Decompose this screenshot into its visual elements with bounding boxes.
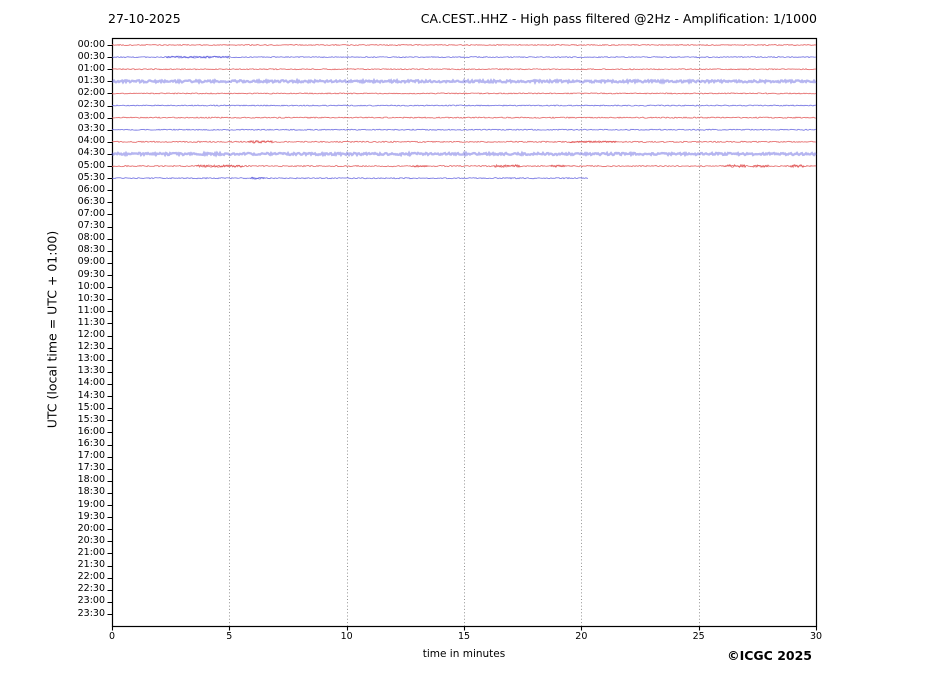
y-tick-label: 00:00 [58,39,105,51]
y-tick-label: 14:00 [58,377,105,389]
y-tick-label: 19:30 [58,511,105,523]
y-tick-label: 23:00 [58,595,105,607]
y-tick-label: 09:00 [58,256,105,268]
x-tick-label: 5 [212,631,246,643]
y-tick-label: 06:30 [58,196,105,208]
y-tick-label: 08:00 [58,232,105,244]
y-tick-label: 07:30 [58,220,105,232]
y-tick-label: 16:30 [58,438,105,450]
y-tick-label: 13:30 [58,365,105,377]
y-tick-label: 18:00 [58,474,105,486]
y-tick-label: 21:30 [58,559,105,571]
y-tick-label: 03:00 [58,111,105,123]
y-tick-label: 12:00 [58,329,105,341]
helicorder-plot-canvas [0,0,927,696]
x-axis-label: time in minutes [112,648,816,660]
x-tick-label: 15 [447,631,481,643]
y-tick-label: 10:30 [58,293,105,305]
y-tick-label: 04:30 [58,147,105,159]
y-tick-label: 09:30 [58,269,105,281]
y-tick-label: 07:00 [58,208,105,220]
y-tick-label: 04:00 [58,135,105,147]
y-tick-label: 22:00 [58,571,105,583]
y-tick-label: 11:30 [58,317,105,329]
y-tick-label: 15:30 [58,414,105,426]
y-tick-label: 01:30 [58,75,105,87]
y-tick-label: 15:00 [58,402,105,414]
x-tick-label: 25 [682,631,716,643]
y-tick-label: 20:00 [58,523,105,535]
y-tick-label: 03:30 [58,123,105,135]
y-tick-label: 06:00 [58,184,105,196]
figure-date: 27-10-2025 [108,11,181,26]
y-tick-label: 22:30 [58,583,105,595]
y-tick-label: 02:30 [58,99,105,111]
y-tick-label: 21:00 [58,547,105,559]
y-tick-label: 23:30 [58,608,105,620]
y-tick-label: 16:00 [58,426,105,438]
y-tick-label: 10:00 [58,281,105,293]
figure-title: CA.CEST..HHZ - High pass filtered @2Hz -… [421,11,817,26]
y-tick-label: 05:30 [58,172,105,184]
x-tick-label: 10 [330,631,364,643]
y-tick-label: 18:30 [58,486,105,498]
x-tick-label: 20 [564,631,598,643]
y-tick-label: 14:30 [58,390,105,402]
y-tick-label: 11:00 [58,305,105,317]
y-tick-label: 00:30 [58,51,105,63]
x-tick-label: 0 [95,631,129,643]
y-tick-label: 20:30 [58,535,105,547]
y-tick-label: 13:00 [58,353,105,365]
copyright-credit: ©ICGC 2025 [727,648,812,663]
y-tick-label: 05:00 [58,160,105,172]
y-tick-label: 12:30 [58,341,105,353]
y-tick-label: 08:30 [58,244,105,256]
y-tick-label: 17:00 [58,450,105,462]
y-tick-label: 01:00 [58,63,105,75]
helicorder-figure: 27-10-2025 CA.CEST..HHZ - High pass filt… [0,0,927,696]
y-tick-label: 19:00 [58,499,105,511]
x-tick-label: 30 [799,631,833,643]
y-tick-label: 02:00 [58,87,105,99]
y-tick-label: 17:30 [58,462,105,474]
